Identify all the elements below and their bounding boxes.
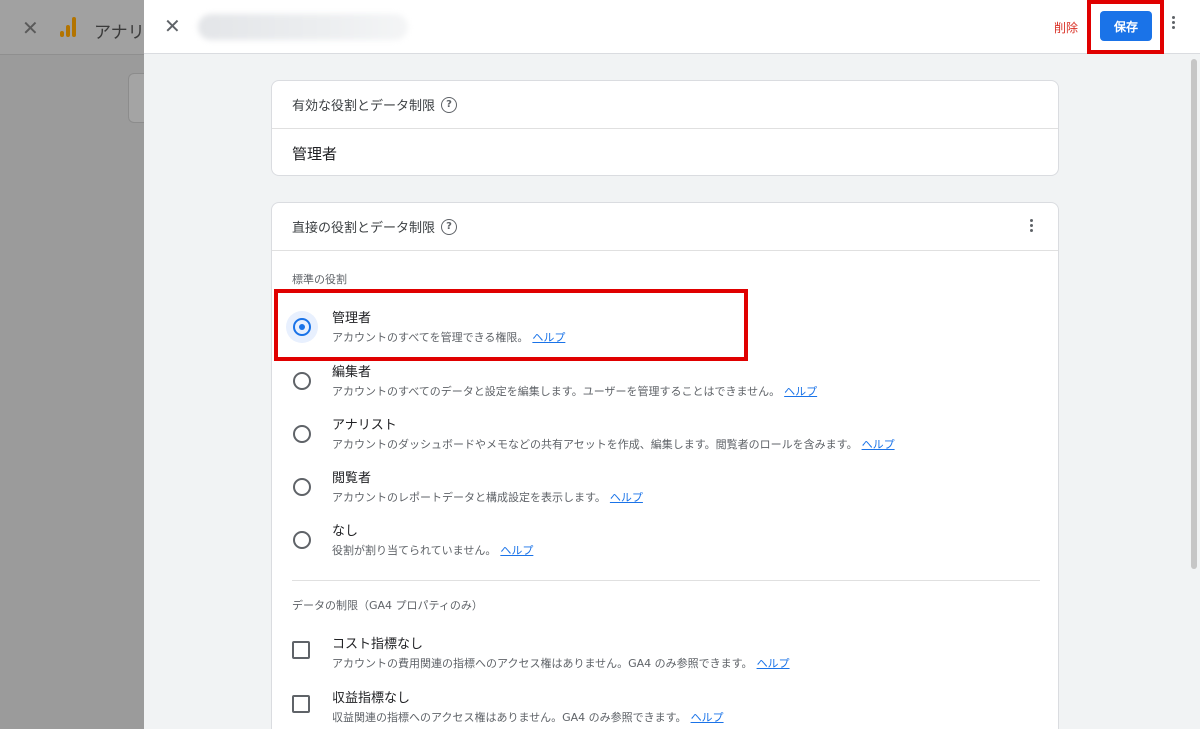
more-vert-icon[interactable]: [1028, 219, 1034, 237]
radio-button[interactable]: [286, 524, 318, 556]
help-link[interactable]: ヘルプ: [691, 711, 724, 724]
panel-header: ✕ 削除 保存: [144, 0, 1200, 54]
card-title: 有効な役割とデータ制限: [292, 99, 436, 114]
help-link[interactable]: ヘルプ: [757, 657, 790, 670]
effective-role-value: 管理者: [292, 145, 338, 163]
role-option-editor[interactable]: 編集者 アカウントのすべてのデータと設定を編集します。ユーザーを管理することはで…: [286, 361, 986, 411]
radio-button[interactable]: [286, 471, 318, 503]
role-description: アカウントのレポートデータと構成設定を表示します。 ヘルプ: [332, 491, 643, 504]
close-icon[interactable]: ✕: [22, 16, 39, 40]
restriction-option-no-cost[interactable]: コスト指標なし アカウントの費用関連の指標へのアクセス権はありません。GA4 の…: [286, 633, 986, 683]
role-name: 管理者: [332, 311, 372, 326]
save-button[interactable]: 保存: [1100, 11, 1152, 41]
role-option-admin[interactable]: 管理者 アカウントのすべてを管理できる権限。 ヘルプ: [286, 307, 986, 357]
standard-roles-label: 標準の役割: [292, 273, 347, 286]
role-name: なし: [332, 524, 359, 539]
card-header: 直接の役割とデータ制限 ?: [272, 203, 1058, 251]
restriction-name: コスト指標なし: [332, 637, 424, 652]
role-option-none[interactable]: なし 役割が割り当てられていません。 ヘルプ: [286, 520, 986, 570]
help-circle-icon[interactable]: ?: [441, 96, 458, 113]
data-restrictions-label: データの制限（GA4 プロパティのみ）: [292, 599, 483, 612]
restriction-description: アカウントの費用関連の指標へのアクセス権はありません。GA4 のみ参照できます。…: [332, 657, 790, 670]
delete-button[interactable]: 削除: [1054, 19, 1078, 36]
effective-role-card: 有効な役割とデータ制限 ? 管理者: [271, 80, 1059, 176]
role-description: アカウントのすべてのデータと設定を編集します。ユーザーを管理することはできません…: [332, 385, 818, 398]
scrollbar[interactable]: [1190, 55, 1198, 727]
card-title: 直接の役割とデータ制限: [292, 221, 436, 236]
divider: [292, 580, 1040, 581]
role-name: アナリスト: [332, 418, 397, 433]
analytics-logo-icon: [60, 17, 78, 37]
help-link[interactable]: ヘルプ: [862, 438, 895, 451]
radio-button[interactable]: [286, 418, 318, 450]
role-description: 役割が割り当てられていません。 ヘルプ: [332, 544, 534, 557]
checkbox[interactable]: [292, 641, 310, 659]
role-option-analyst[interactable]: アナリスト アカウントのダッシュボードやメモなどの共有アセットを作成、編集します…: [286, 414, 986, 464]
help-link[interactable]: ヘルプ: [532, 331, 565, 344]
role-name: 編集者: [332, 365, 372, 380]
direct-role-card: 直接の役割とデータ制限 ? 標準の役割 管理者 アカウントのすべてを管理できる権…: [271, 202, 1059, 729]
role-name: 閲覧者: [332, 471, 372, 486]
restriction-name: 収益指標なし: [332, 691, 411, 706]
role-description: アカウントのダッシュボードやメモなどの共有アセットを作成、編集します。閲覧者のロ…: [332, 438, 895, 451]
help-circle-icon[interactable]: ?: [441, 218, 458, 235]
help-link[interactable]: ヘルプ: [610, 491, 643, 504]
more-vert-icon[interactable]: [1170, 16, 1176, 36]
role-option-viewer[interactable]: 閲覧者 アカウントのレポートデータと構成設定を表示します。 ヘルプ: [286, 467, 986, 517]
restriction-description: 収益関連の指標へのアクセス権はありません。GA4 のみ参照できます。 ヘルプ: [332, 711, 724, 724]
user-email-redacted: [198, 14, 408, 40]
help-link[interactable]: ヘルプ: [784, 385, 817, 398]
close-icon[interactable]: ✕: [164, 14, 181, 38]
checkbox[interactable]: [292, 695, 310, 713]
card-header: 有効な役割とデータ制限 ?: [272, 81, 1058, 129]
help-link[interactable]: ヘルプ: [500, 544, 533, 557]
restriction-option-no-revenue[interactable]: 収益指標なし 収益関連の指標へのアクセス権はありません。GA4 のみ参照できます…: [286, 687, 986, 729]
user-role-panel: ✕ 削除 保存 有効な役割とデータ制限 ? 管理者 直接の役割とデータ制限 ? …: [144, 0, 1200, 729]
radio-button-selected[interactable]: [286, 311, 318, 343]
role-description: アカウントのすべてを管理できる権限。 ヘルプ: [332, 331, 566, 344]
scrollbar-thumb[interactable]: [1191, 59, 1197, 569]
app-title: アナリ: [94, 23, 145, 43]
radio-button[interactable]: [286, 365, 318, 397]
